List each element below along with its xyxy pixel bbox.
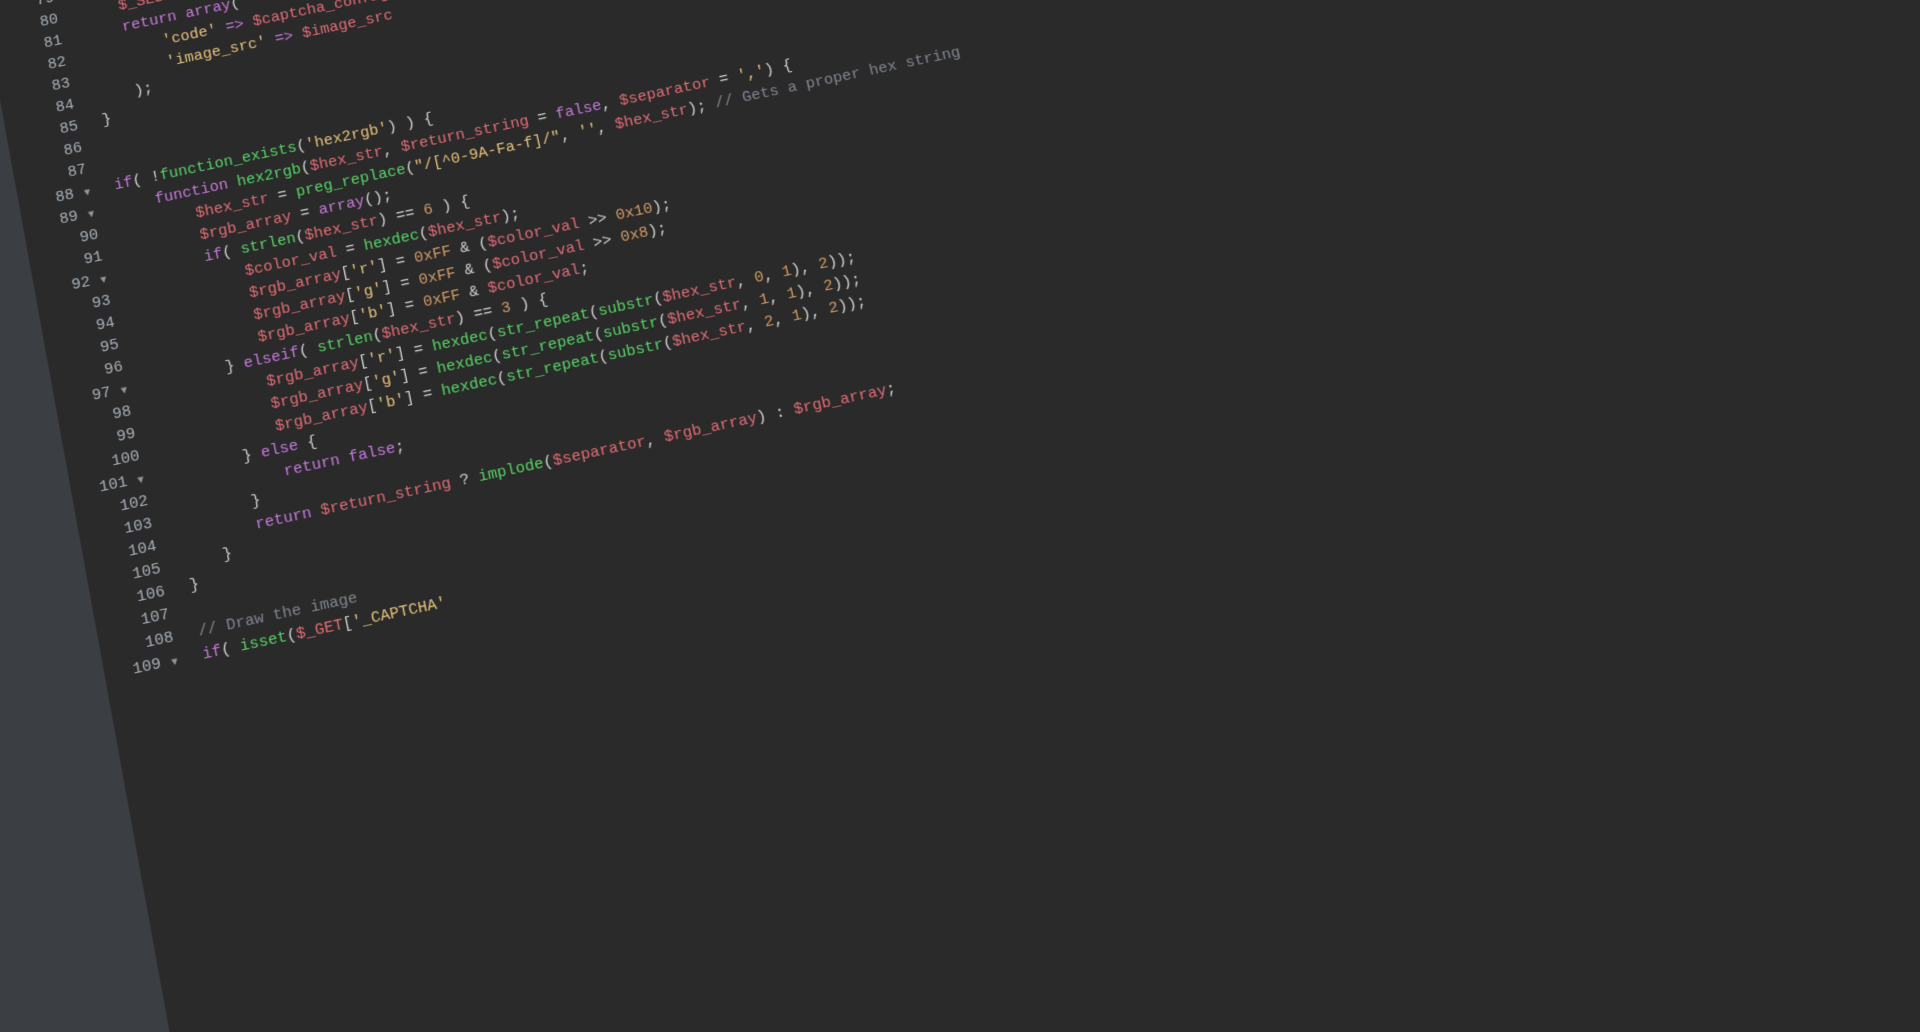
token-pl: &: [459, 281, 490, 304]
file-item[interactable]: x.php: [0, 379, 55, 449]
token-str: 'r': [349, 258, 380, 281]
token-pl: );: [686, 96, 717, 118]
token-pl: =: [335, 238, 366, 261]
token-pl: {: [297, 433, 319, 454]
token-pl: ));: [831, 271, 863, 294]
fold-marker-icon[interactable]: ▼: [114, 385, 128, 399]
token-pl: ] =: [403, 383, 443, 408]
token-pl: ();: [363, 187, 394, 210]
token-pl: (: [229, 0, 241, 13]
token-pl: ),: [789, 257, 820, 280]
token-pl: );: [651, 196, 673, 217]
token-pl: =: [267, 184, 298, 207]
token-pl: >>: [582, 230, 622, 255]
code-area[interactable]: strlen( realpath($_SERVER['DOCUMENT_ROOT…: [59, 0, 1920, 1032]
token-pl: ));: [836, 293, 868, 316]
token-pl: ) :: [755, 402, 796, 427]
token-str: 'b': [375, 391, 406, 414]
token-pl: ( !: [131, 168, 162, 191]
fold-marker-icon[interactable]: ▼: [94, 275, 108, 289]
token-pl: ;: [394, 438, 407, 457]
token-num: 0x8: [619, 224, 650, 247]
token-pl: ));: [826, 249, 857, 272]
token-pl: ) {: [763, 57, 794, 79]
fold-marker-icon[interactable]: ▼: [164, 657, 179, 671]
token-pl: ),: [794, 279, 825, 302]
token-pl: );: [500, 205, 522, 226]
token-pl: ),: [800, 301, 832, 324]
token-pl: }: [101, 111, 113, 130]
token-pl: =: [527, 107, 558, 129]
token-str: 'g': [353, 280, 384, 303]
fold-marker-icon[interactable]: ▼: [81, 209, 95, 222]
code-editor[interactable]: 7879808182838485868788 ▼89 ▼909192 ▼9394…: [0, 0, 1920, 1032]
token-pl: );: [646, 220, 668, 241]
token-str: ',': [736, 63, 767, 85]
token-str: 'b': [358, 302, 389, 325]
token-pl: =: [290, 202, 321, 225]
token-pl: ?: [449, 469, 480, 492]
token-pl: }: [188, 576, 201, 596]
token-pl: ;: [578, 259, 591, 278]
fold-marker-icon[interactable]: ▼: [131, 475, 145, 489]
token-pl: =: [708, 69, 739, 91]
token-str: 'g': [371, 369, 402, 392]
token-str: 'r': [366, 347, 397, 370]
fold-marker-icon[interactable]: ▼: [77, 188, 91, 201]
